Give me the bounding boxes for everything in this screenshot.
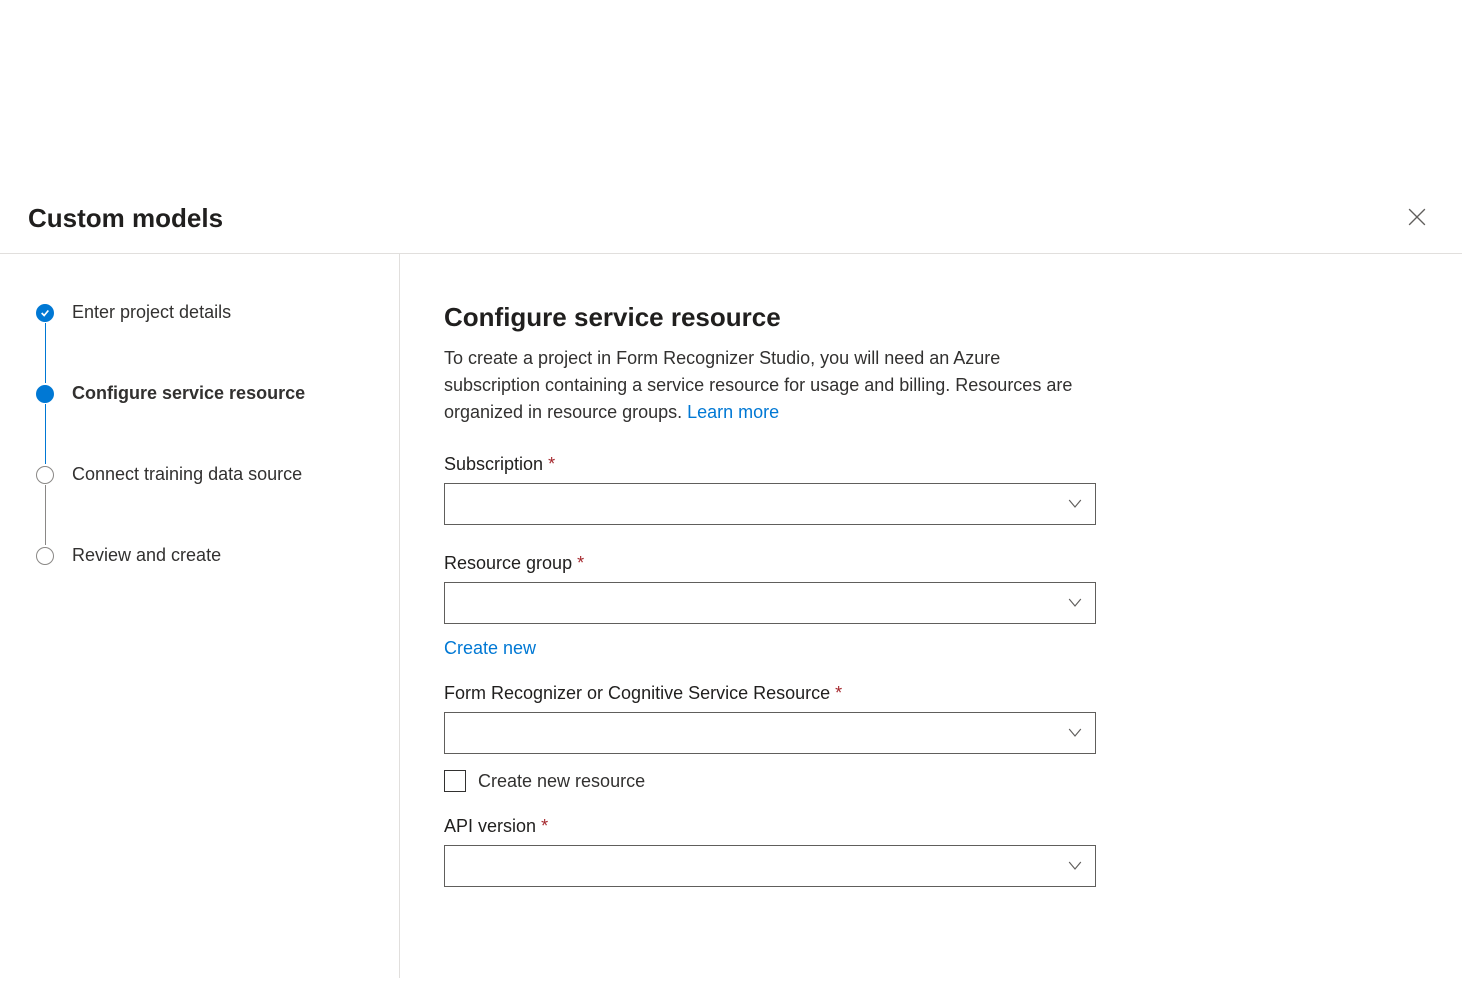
step-enter-project-details[interactable]: Enter project details <box>36 302 363 323</box>
step-label: Configure service resource <box>72 383 305 404</box>
dialog-header: Custom models <box>0 0 1462 254</box>
create-new-resource-checkbox-label[interactable]: Create new resource <box>478 771 645 792</box>
step-connector <box>45 323 46 383</box>
step-connector <box>45 485 46 545</box>
close-button[interactable] <box>1400 200 1434 237</box>
subscription-field: Subscription * <box>444 454 1096 529</box>
subscription-label: Subscription * <box>444 454 1096 475</box>
step-heading: Configure service resource <box>444 302 1096 333</box>
label-text: API version <box>444 816 536 836</box>
label-text: Resource group <box>444 553 572 573</box>
step-label: Enter project details <box>72 302 231 323</box>
step-completed-icon <box>36 304 54 322</box>
subscription-select[interactable] <box>444 483 1096 525</box>
step-description: To create a project in Form Recognizer S… <box>444 345 1096 426</box>
required-asterisk: * <box>548 454 555 474</box>
label-text: Subscription <box>444 454 543 474</box>
wizard-main-panel: Configure service resource To create a p… <box>400 254 1140 978</box>
step-connect-training-data[interactable]: Connect training data source <box>36 464 363 485</box>
resource-group-select[interactable] <box>444 582 1096 624</box>
close-icon <box>1408 208 1426 229</box>
service-resource-field: Form Recognizer or Cognitive Service Res… <box>444 683 1096 792</box>
step-pending-icon <box>36 466 54 484</box>
dialog-title: Custom models <box>28 203 223 234</box>
service-resource-select[interactable] <box>444 712 1096 754</box>
required-asterisk: * <box>835 683 842 703</box>
step-connector <box>45 404 46 464</box>
step-label: Review and create <box>72 545 221 566</box>
step-label: Connect training data source <box>72 464 302 485</box>
step-pending-icon <box>36 547 54 565</box>
label-text: Form Recognizer or Cognitive Service Res… <box>444 683 830 703</box>
api-version-select[interactable] <box>444 845 1096 887</box>
step-current-icon <box>36 385 54 403</box>
required-asterisk: * <box>541 816 548 836</box>
resource-group-field: Resource group * Create new <box>444 553 1096 659</box>
api-version-field: API version * <box>444 816 1096 891</box>
learn-more-link[interactable]: Learn more <box>687 402 779 422</box>
resource-group-label: Resource group * <box>444 553 1096 574</box>
create-new-resource-group-link[interactable]: Create new <box>444 638 536 659</box>
required-asterisk: * <box>577 553 584 573</box>
step-review-and-create[interactable]: Review and create <box>36 545 363 566</box>
service-resource-label: Form Recognizer or Cognitive Service Res… <box>444 683 1096 704</box>
api-version-label: API version * <box>444 816 1096 837</box>
step-configure-service-resource[interactable]: Configure service resource <box>36 383 363 404</box>
create-new-resource-checkbox[interactable] <box>444 770 466 792</box>
wizard-steps-sidebar: Enter project details Configure service … <box>0 254 400 978</box>
